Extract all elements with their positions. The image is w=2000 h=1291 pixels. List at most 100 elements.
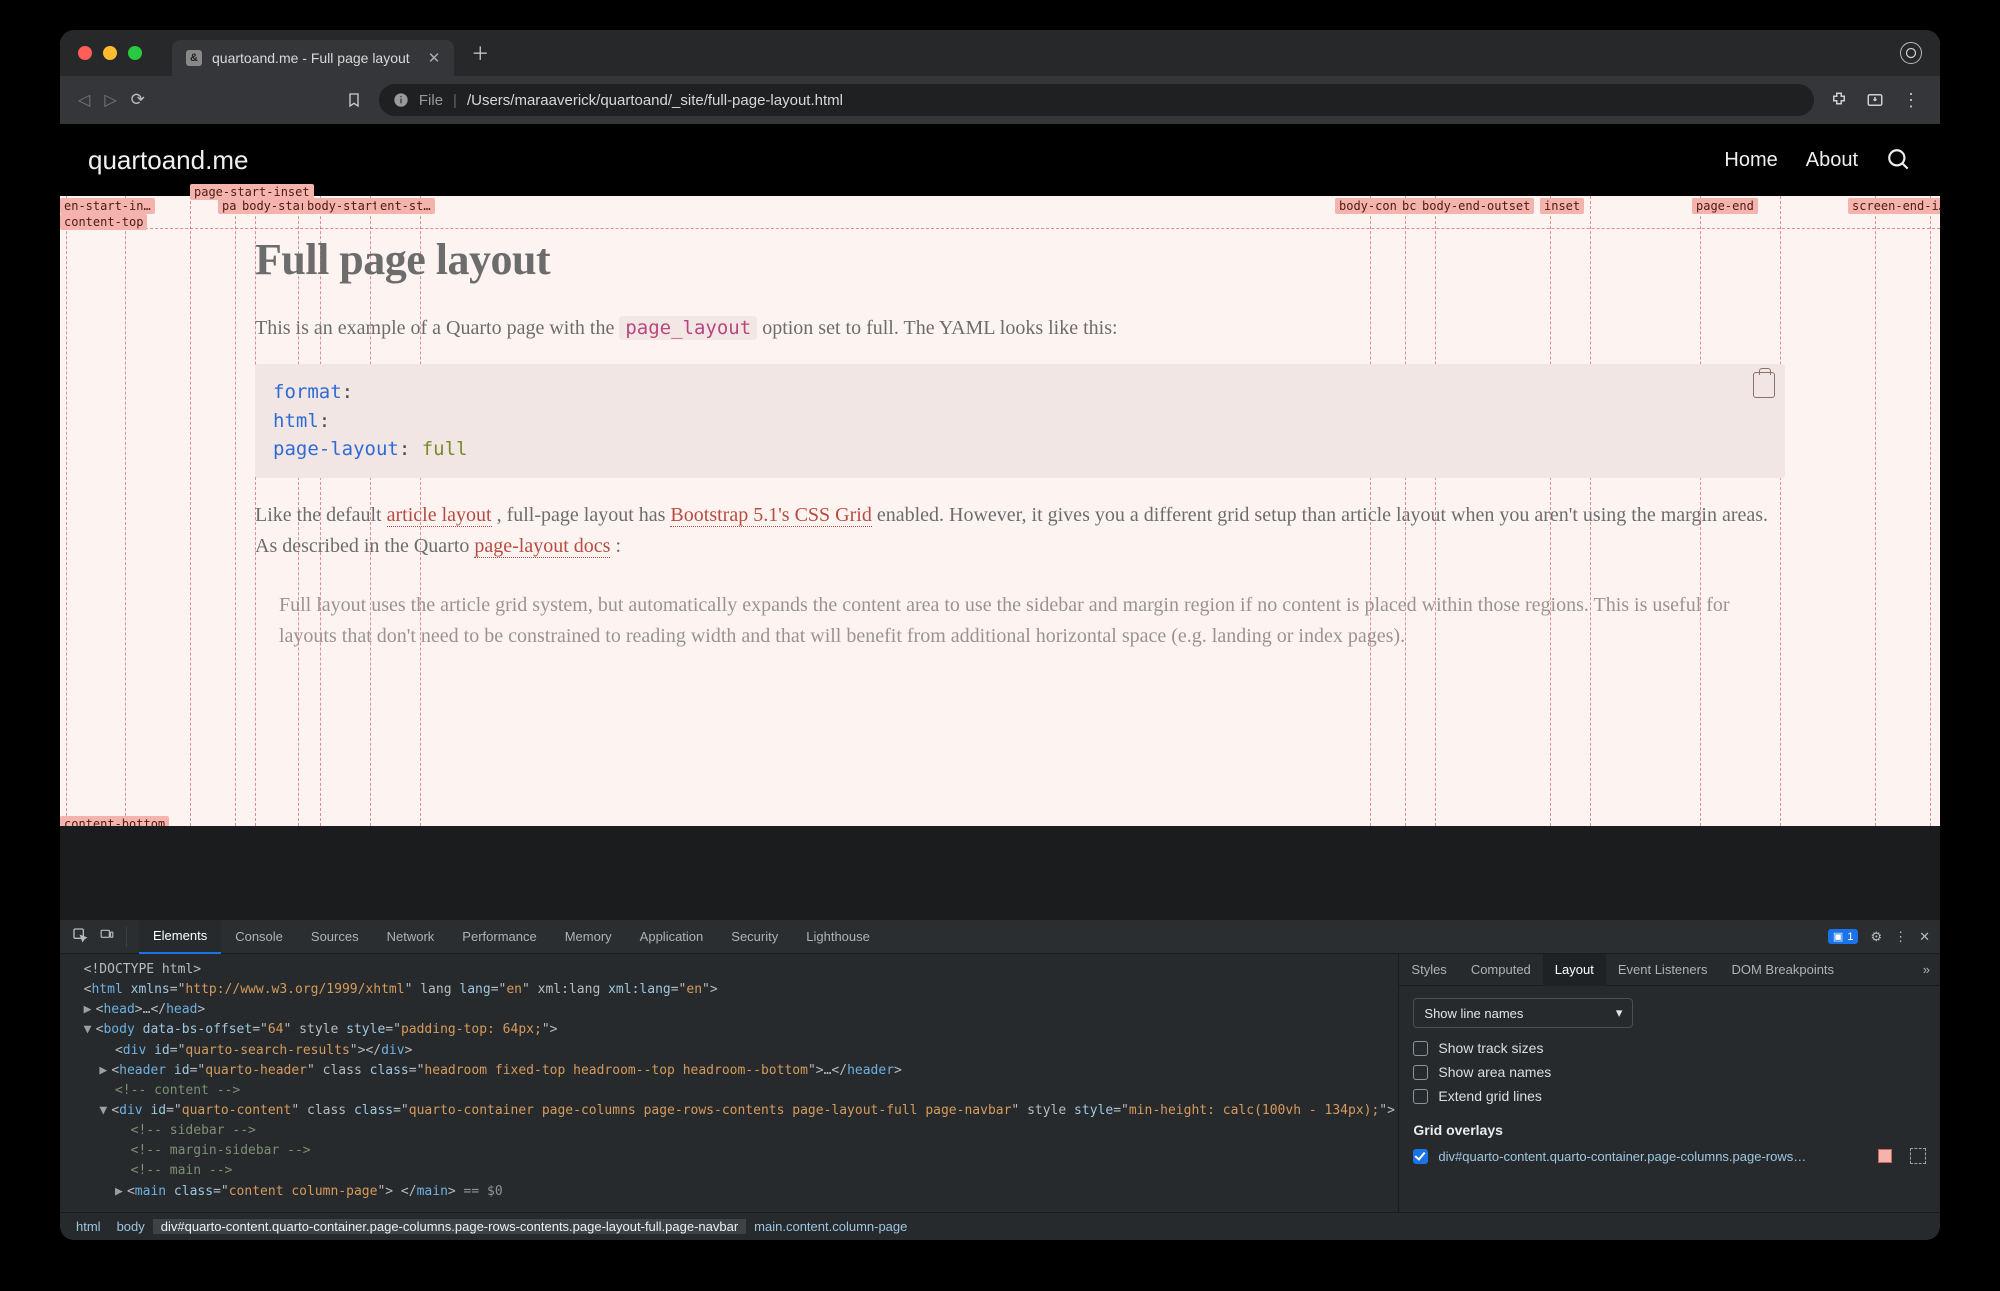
chevron-down-icon: ▾ (1616, 1005, 1623, 1021)
browser-tab[interactable]: & quartoand.me - Full page layout ✕ (172, 40, 454, 76)
bookmark-icon[interactable] (343, 89, 365, 111)
overlay-dashed-icon[interactable] (1910, 1148, 1926, 1164)
site-info-icon[interactable] (393, 92, 409, 108)
checkbox-track-sizes[interactable] (1413, 1041, 1428, 1056)
code-text: : (319, 410, 330, 432)
devtools-tab-network[interactable]: Network (373, 920, 449, 954)
crumb-html[interactable]: html (68, 1219, 109, 1234)
devtools-tab-security[interactable]: Security (717, 920, 792, 954)
inspect-icon[interactable] (72, 927, 88, 946)
crumb-body[interactable]: body (109, 1219, 153, 1234)
devtools-tab-elements[interactable]: Elements (139, 920, 221, 954)
link-bootstrap-grid[interactable]: Bootstrap 5.1's CSS Grid (670, 504, 871, 527)
traffic-lights (78, 46, 142, 60)
grid-badge: content-bottom (60, 816, 169, 826)
side-tab-layout[interactable]: Layout (1543, 954, 1606, 986)
more-icon[interactable]: ⋮ (1894, 929, 1907, 945)
maximize-window[interactable] (128, 46, 142, 60)
text: option set to full. The YAML looks like … (762, 317, 1117, 339)
side-tab-more-icon[interactable]: » (1913, 962, 1940, 977)
blockquote: Full layout uses the article grid system… (255, 590, 1785, 652)
sidebar-tabbar: Styles Computed Layout Event Listeners D… (1399, 954, 1940, 986)
code-text: : (342, 381, 353, 403)
grid-badge: ent-st… (376, 198, 435, 214)
search-icon[interactable] (1886, 147, 1912, 173)
text: , full-page layout has (497, 504, 671, 526)
inline-code: page_layout (619, 316, 757, 340)
side-tab-event-listeners[interactable]: Event Listeners (1606, 954, 1720, 986)
nav-forward-icon[interactable]: ▷ (104, 90, 116, 110)
checkbox-extend-grid[interactable] (1413, 1089, 1428, 1104)
page-title: Full page layout (255, 234, 1785, 285)
crumb-main[interactable]: main.content.column-page (746, 1219, 915, 1234)
text: Like the default (255, 504, 387, 526)
checkbox-label: Show area names (1438, 1064, 1551, 1080)
badge-count: 1 (1847, 931, 1853, 943)
nav-link-home[interactable]: Home (1724, 149, 1777, 172)
close-window[interactable] (78, 46, 92, 60)
grid-badge: content-top (60, 214, 147, 230)
grid-badge: en-start-in… (60, 198, 155, 214)
nav-back-icon[interactable]: ◁ (78, 90, 90, 110)
devtools-sidebar: Styles Computed Layout Event Listeners D… (1398, 954, 1940, 1212)
dom-line: <!DOCTYPE html> (84, 962, 201, 977)
close-devtools-icon[interactable]: ✕ (1919, 929, 1930, 945)
account-icon[interactable] (1900, 42, 1922, 64)
address-bar: ◁ ▷ ⟳ File | /Users/maraaverick/quartoan… (60, 76, 1940, 124)
text: This is an example of a Quarto page with… (255, 317, 619, 339)
devtools-tab-lighthouse[interactable]: Lighthouse (792, 920, 884, 954)
checkbox-overlay[interactable] (1413, 1149, 1428, 1164)
site-brand[interactable]: quartoand.me (88, 145, 248, 176)
grid-overlays-heading: Grid overlays (1413, 1122, 1926, 1138)
url-input[interactable]: File | /Users/maraaverick/quartoand/_sit… (379, 84, 1814, 116)
browser-menu-icon[interactable]: ⋮ (1900, 89, 1922, 111)
paragraph: This is an example of a Quarto page with… (255, 313, 1785, 344)
settings-icon[interactable]: ⚙ (1870, 929, 1882, 945)
code-key: page-layout (273, 438, 399, 460)
dom-tree[interactable]: <!DOCTYPE html> <html xmlns="http://www.… (60, 954, 1398, 1212)
devtools-tab-performance[interactable]: Performance (448, 920, 550, 954)
breadcrumb: html body div#quarto-content.quarto-cont… (60, 1212, 1940, 1240)
browser-window: & quartoand.me - Full page layout ✕ ＋ ◁ … (60, 30, 1940, 1240)
devtools-tabbar: Elements Console Sources Network Perform… (60, 920, 1940, 954)
tab-favicon: & (186, 50, 202, 66)
nav-link-about[interactable]: About (1806, 149, 1858, 172)
grid-badge: body-star (238, 198, 311, 214)
install-icon[interactable] (1864, 89, 1886, 111)
code-key: format (273, 381, 342, 403)
overlay-row: div#quarto-content.quarto-container.page… (1413, 1148, 1926, 1164)
link-article-layout[interactable]: article layout (387, 504, 492, 527)
minimize-window[interactable] (103, 46, 117, 60)
devtools: Elements Console Sources Network Perform… (60, 920, 1940, 1240)
overlay-item-label[interactable]: div#quarto-content.quarto-container.page… (1438, 1149, 1806, 1164)
side-tab-dom-breakpoints[interactable]: DOM Breakpoints (1719, 954, 1846, 986)
link-page-layout-docs[interactable]: page-layout docs (474, 535, 610, 558)
site-navbar: quartoand.me Home About (60, 124, 1940, 196)
tab-title: quartoand.me - Full page layout (212, 50, 410, 66)
devtools-tab-sources[interactable]: Sources (297, 920, 373, 954)
device-icon[interactable] (98, 928, 116, 945)
side-tab-styles[interactable]: Styles (1399, 954, 1458, 986)
side-tab-computed[interactable]: Computed (1459, 954, 1543, 986)
extensions-icon[interactable] (1828, 89, 1850, 111)
article: Full page layout This is an example of a… (255, 234, 1785, 652)
close-tab-icon[interactable]: ✕ (428, 49, 441, 67)
new-tab-button[interactable]: ＋ (466, 40, 494, 66)
crumb-quarto-content[interactable]: div#quarto-content.quarto-container.page… (153, 1219, 746, 1234)
overlay-color-swatch[interactable] (1878, 1149, 1892, 1163)
reload-icon[interactable]: ⟳ (131, 90, 145, 110)
grid-badge: pa (218, 198, 240, 214)
checkbox-label: Extend grid lines (1438, 1088, 1542, 1104)
grid-badge: body-end-outset (1418, 198, 1534, 214)
copy-icon[interactable] (1753, 372, 1775, 398)
issues-badge[interactable]: ▣ 1 (1828, 929, 1859, 944)
line-names-select[interactable]: Show line names ▾ (1413, 998, 1633, 1028)
checkbox-area-names[interactable] (1413, 1065, 1428, 1080)
grid-badge: bc (1398, 198, 1420, 214)
devtools-tab-application[interactable]: Application (626, 920, 718, 954)
grid-badge: body-start (303, 198, 383, 214)
devtools-tab-memory[interactable]: Memory (551, 920, 626, 954)
url-divider: | (453, 92, 457, 109)
devtools-tab-console[interactable]: Console (221, 920, 297, 954)
grid-badge: inset (1540, 198, 1584, 214)
